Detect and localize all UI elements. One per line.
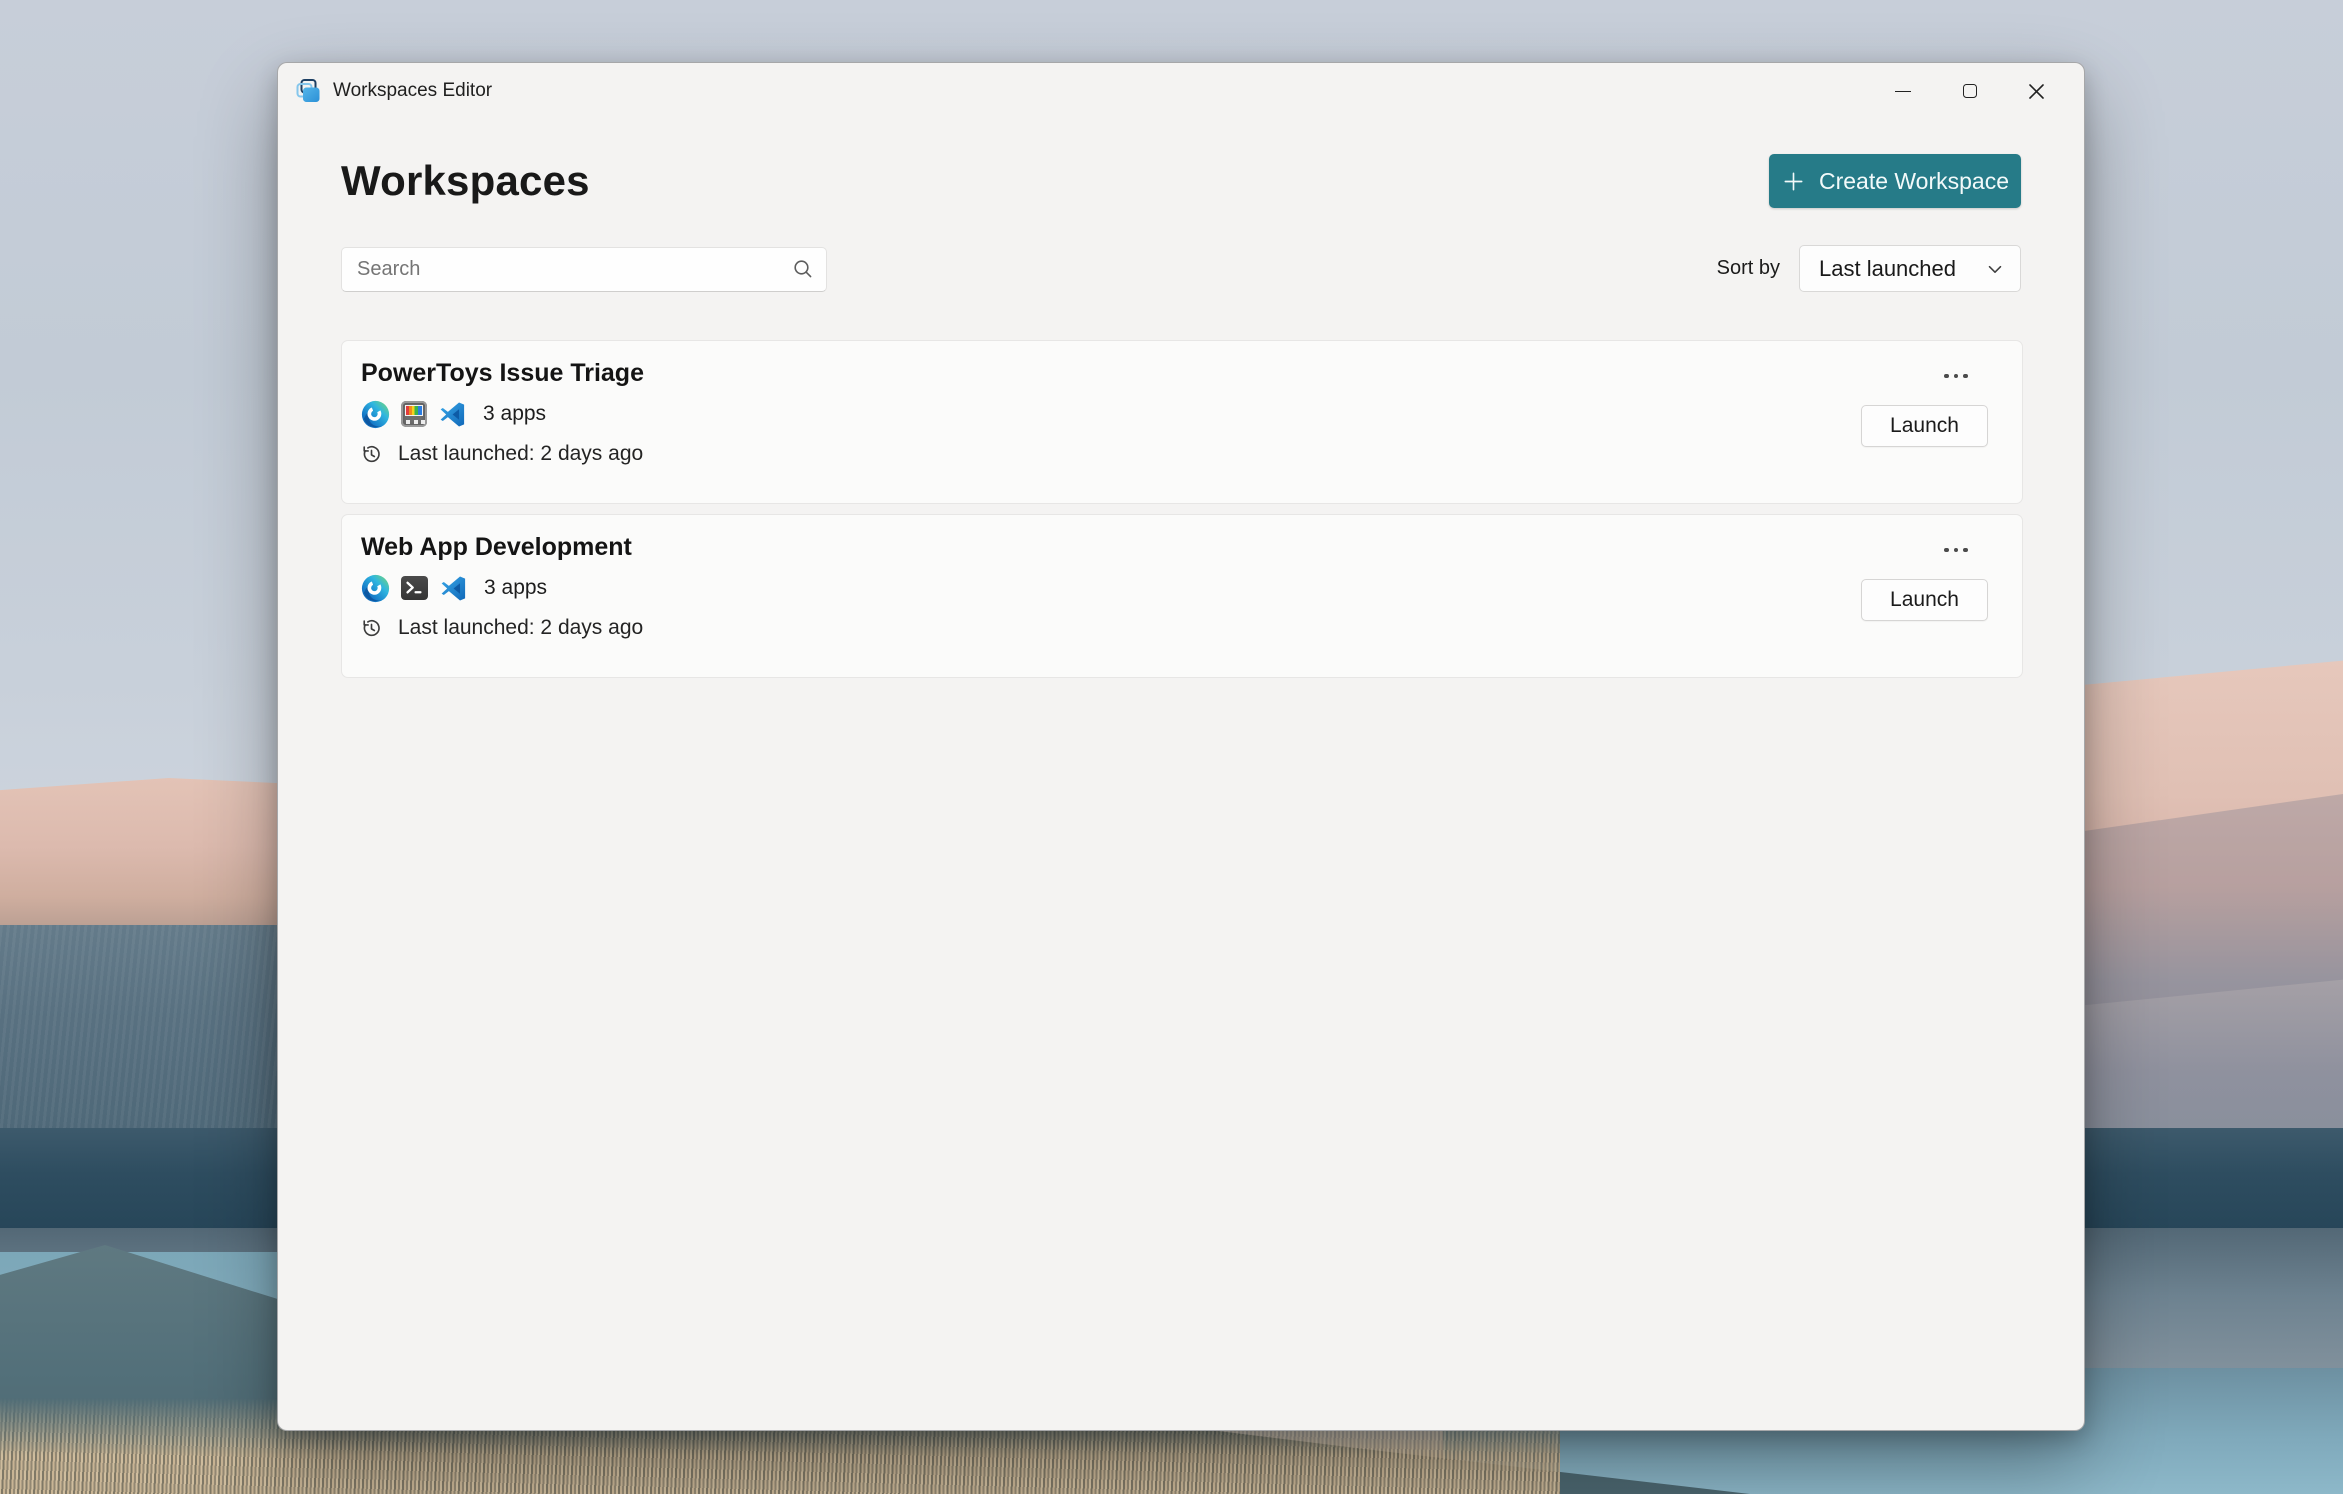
sort-dropdown[interactable]: Last launched [1799,245,2021,292]
workspace-name: PowerToys Issue Triage [361,359,644,387]
history-clock-icon [363,445,380,462]
workspaces-editor-window: Workspaces Editor Workspaces Create Work… [277,62,2085,1431]
maximize-icon [1962,84,1977,98]
more-icon [1944,373,1949,379]
more-icon [1944,547,1949,553]
create-workspace-button[interactable]: Create Workspace [1769,154,2021,208]
last-launched-row: Last launched: 2 days ago [360,442,643,466]
search-input[interactable] [341,247,827,292]
apps-count: 3 apps [484,576,548,599]
close-button[interactable] [2003,68,2070,114]
titlebar[interactable]: Workspaces Editor [278,63,2084,119]
sort-dropdown-value: Last launched [1819,255,1956,281]
create-workspace-label: Create Workspace [1818,167,2010,194]
more-options-button[interactable] [1936,537,1976,563]
microsoft-edge-icon [361,400,390,428]
launch-button[interactable]: Launch [1861,405,1988,447]
last-launched-row: Last launched: 2 days ago [360,616,643,640]
maximize-button[interactable] [1936,68,2003,114]
plus-icon [1784,172,1803,190]
close-icon [2029,83,2044,99]
minimize-button[interactable] [1869,68,1936,114]
launch-button[interactable]: Launch [1861,579,1988,621]
workspace-card[interactable]: Web App Development 3 apps Last launched… [341,514,2023,678]
workspaces-app-icon [295,78,322,105]
workspace-name: Web App Development [361,533,632,561]
more-options-button[interactable] [1936,363,1976,389]
window-controls [1869,68,2070,114]
minimize-icon [1894,90,1911,92]
last-launched-text: Last launched: 2 days ago [398,616,644,639]
workspace-card[interactable]: PowerToys Issue Triage 3 apps Last launc… [341,340,2023,504]
launch-label: Launch [1890,588,1959,611]
window-title: Workspaces Editor [333,80,493,101]
powertoys-icon [401,401,427,427]
search-icon [794,260,812,278]
sort-group: Sort by Last launched [1717,245,2021,292]
vs-code-icon [440,402,465,426]
workspace-app-icons: 3 apps [361,573,547,603]
chevron-down-icon [1988,265,2002,273]
terminal-icon [401,576,428,600]
sort-by-label: Sort by [1716,257,1780,279]
page-title: Workspaces [341,157,590,204]
launch-label: Launch [1890,414,1959,437]
microsoft-edge-icon [361,574,390,602]
apps-count: 3 apps [483,402,547,425]
vs-code-icon [441,576,466,600]
history-clock-icon [363,619,380,636]
workspace-app-icons: 3 apps [361,399,546,429]
desktop: { "colors": { "accent": "#267b88" }, "ti… [0,0,2343,1494]
last-launched-text: Last launched: 2 days ago [398,442,644,465]
search-box [341,247,827,292]
